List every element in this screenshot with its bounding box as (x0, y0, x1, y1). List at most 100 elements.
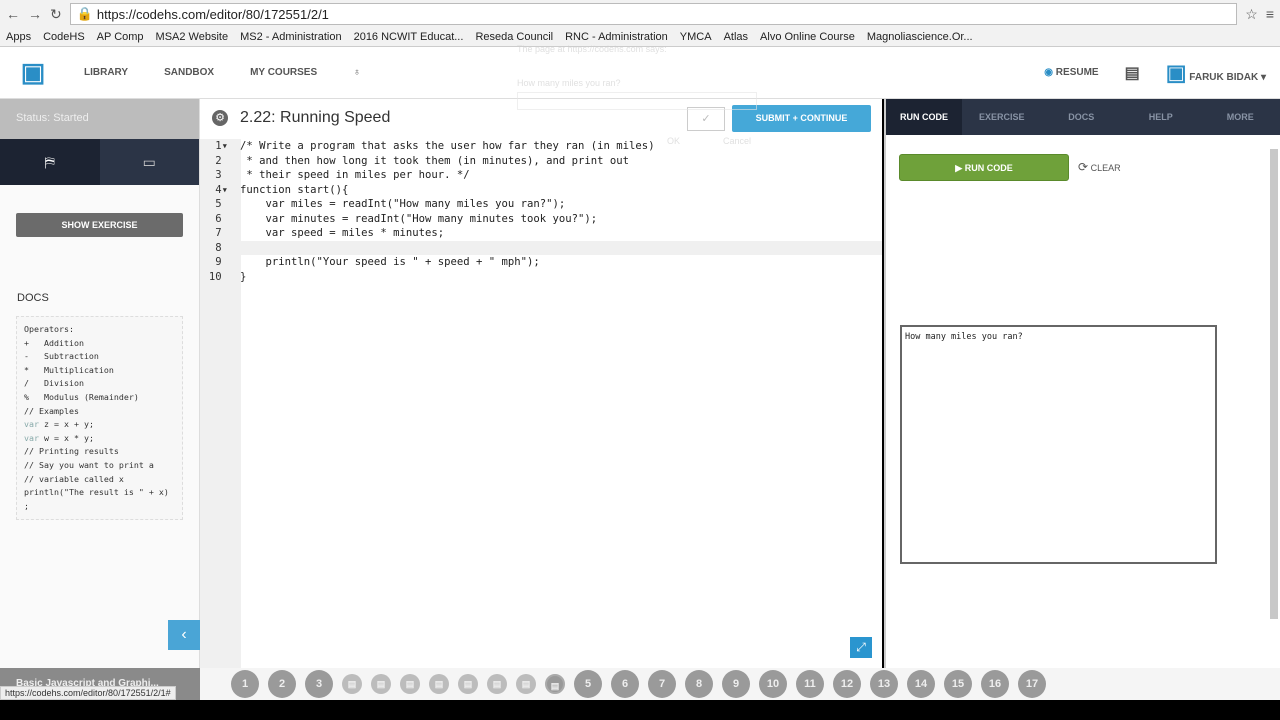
lesson-item[interactable]: 9 (722, 670, 750, 698)
tab-run-code[interactable]: RUN CODE (886, 99, 962, 135)
lesson-item[interactable]: 1 (231, 670, 259, 698)
layout-icon[interactable]: ▤ (1125, 63, 1140, 83)
forward-icon[interactable]: → (28, 6, 42, 22)
scrollbar[interactable] (1270, 149, 1278, 619)
star-icon[interactable]: ☆ (1245, 6, 1258, 23)
lock-icon: 🔒 (76, 6, 93, 21)
docs-line: Operators: (24, 323, 175, 337)
status-url: https://codehs.com/editor/80/172551/2/1# (0, 686, 176, 700)
activity-icon[interactable]: ▤ (400, 674, 420, 694)
lesson-item[interactable]: 11 (796, 670, 824, 698)
code-line[interactable]: 8 (200, 240, 882, 255)
tab-docs[interactable]: DOCS (1042, 112, 1122, 122)
nav-sandbox[interactable]: SANDBOX (146, 67, 232, 78)
code-line[interactable]: 1▾ /* Write a program that asks the user … (200, 139, 882, 154)
code-line[interactable]: 5 var miles = readInt("How many miles yo… (200, 197, 882, 212)
docs-line: // Say you want to print a (24, 459, 175, 473)
submit-continue-button[interactable]: SUBMIT + CONTINUE (732, 105, 871, 132)
docs-text: // Printing results (24, 446, 119, 457)
activity-icon[interactable]: ▤ (487, 674, 507, 694)
bookmark-item[interactable]: MSA2 Website (156, 31, 229, 43)
code-line[interactable]: 4▾ function start(){ (200, 183, 882, 198)
activity-icon[interactable]: ▤ (429, 674, 449, 694)
docs-text: // variable called x (24, 473, 124, 484)
lesson-item[interactable]: 3 (305, 670, 333, 698)
nav-my-courses[interactable]: MY COURSES (232, 67, 335, 78)
lesson-item[interactable]: 2 (268, 670, 296, 698)
lesson-item[interactable]: 16 (981, 670, 1009, 698)
bookmark-item[interactable]: 2016 NCWIT Educat... (354, 31, 464, 43)
address-bar[interactable]: 🔒 https://codehs.com/editor/80/172551/2/1 (69, 3, 1238, 25)
code-line[interactable]: 10 } (200, 270, 882, 285)
bookmark-item[interactable]: YMCA (680, 31, 712, 43)
code-line[interactable]: 6 var minutes = readInt("How many minute… (200, 212, 882, 227)
run-code-button[interactable]: ▶ RUN CODE (899, 154, 1069, 181)
run-panel: RUN CODE EXERCISE DOCS HELP MORE ▶ RUN CODE … (884, 99, 1280, 668)
editor-panel: ⚙ 2.22: Running Speed ✓ SUBMIT + CONTINU… (200, 99, 882, 668)
docs-text: + Addition (24, 337, 84, 348)
console-output[interactable]: How many miles you ran? (900, 325, 1217, 564)
docs-line: var z = x + y; (24, 418, 175, 432)
expand-icon[interactable]: ⤢ (850, 637, 872, 658)
activity-icon[interactable]: ▤ (545, 674, 565, 694)
lesson-item[interactable]: 8 (685, 670, 713, 698)
docs-line: + Addition (24, 337, 175, 351)
show-exercise-button[interactable]: SHOW EXERCISE (16, 213, 183, 237)
gear-icon[interactable]: ⚙ (212, 110, 228, 126)
lesson-item[interactable]: 17 (1018, 670, 1046, 698)
resume-button[interactable]: ◉ RESUME (1044, 67, 1098, 78)
bookmark-item[interactable]: Alvo Online Course (760, 31, 855, 43)
bookmark-item[interactable]: Reseda Council (475, 31, 553, 43)
lesson-item[interactable]: 10 (759, 670, 787, 698)
activity-icon[interactable]: ▤ (516, 674, 536, 694)
tab-help[interactable]: HELP (1121, 112, 1201, 122)
line-number: 9 (215, 256, 228, 268)
code-line[interactable]: 2 * and then how long it took them (in m… (200, 154, 882, 169)
bookmark-item[interactable]: Apps (6, 31, 31, 43)
bookmark-item[interactable]: MS2 - Administration (240, 31, 341, 43)
code-text: * their speed in miles per hour. */ (240, 169, 470, 181)
code-line[interactable]: 3 * their speed in miles per hour. */ (200, 168, 882, 183)
nav-library[interactable]: LIBRARY (66, 67, 146, 78)
clear-label: CLEAR (1090, 163, 1121, 173)
code-text: /* Write a program that asks the user ho… (240, 140, 655, 152)
bookmark-item[interactable]: RNC - Administration (565, 31, 668, 43)
lesson-item[interactable]: 13 (870, 670, 898, 698)
window-tab[interactable]: ▭ (99, 139, 199, 185)
lesson-item[interactable]: 14 (907, 670, 935, 698)
code-line[interactable]: 9 println("Your speed is " + speed + " m… (200, 255, 882, 270)
activity-icon[interactable]: ▤ (458, 674, 478, 694)
tab-exercise[interactable]: EXERCISE (962, 112, 1042, 122)
codehs-logo[interactable]: ▣ (0, 57, 66, 88)
bookmark-item[interactable]: AP Comp (97, 31, 144, 43)
user-menu[interactable]: ▣ FARUK BIDAK ▾ (1166, 60, 1266, 86)
lesson-item[interactable]: 7 (648, 670, 676, 698)
docs-text: z = x + y; (39, 419, 94, 430)
docs-keyword: var (24, 432, 39, 443)
collapse-sidebar-button[interactable]: ‹ (168, 620, 200, 650)
bookmark-item[interactable]: CodeHS (43, 31, 85, 43)
lesson-item[interactable]: 5 (574, 670, 602, 698)
menu-icon[interactable]: ≡ (1266, 6, 1274, 22)
clear-button[interactable]: ⟳ CLEAR (1078, 160, 1121, 174)
reload-icon[interactable]: ↻ (50, 6, 62, 23)
lesson-item[interactable]: 12 (833, 670, 861, 698)
activity-icon[interactable]: ▤ (342, 674, 362, 694)
docs-line: // Examples (24, 405, 175, 419)
bookmarks-bar: Apps CodeHS AP Comp MSA2 Website MS2 - Admin… (0, 28, 1280, 47)
lesson-item[interactable]: 6 (611, 670, 639, 698)
apple-icon[interactable]: ♁ (335, 67, 379, 78)
code-editor[interactable]: 1▾ /* Write a program that asks the user … (200, 139, 882, 284)
bookmark-item[interactable]: Magnoliascience.Or... (867, 31, 973, 43)
check-button[interactable]: ✓ (687, 107, 725, 131)
code-line[interactable]: 7 var speed = miles * minutes; (200, 226, 882, 241)
map-tab[interactable]: ⛿ (0, 139, 100, 185)
browser-toolbar: ← → ↻ 🔒 https://codehs.com/editor/80/1725… (0, 0, 1280, 28)
code-text: var miles = readInt("How many miles you … (240, 198, 566, 210)
activity-icon[interactable]: ▤ (371, 674, 391, 694)
tab-more[interactable]: MORE (1201, 112, 1280, 122)
back-icon[interactable]: ← (6, 6, 20, 22)
lesson-item[interactable]: 15 (944, 670, 972, 698)
bookmark-item[interactable]: Atlas (724, 31, 748, 43)
docs-text: * Multiplication (24, 364, 114, 375)
